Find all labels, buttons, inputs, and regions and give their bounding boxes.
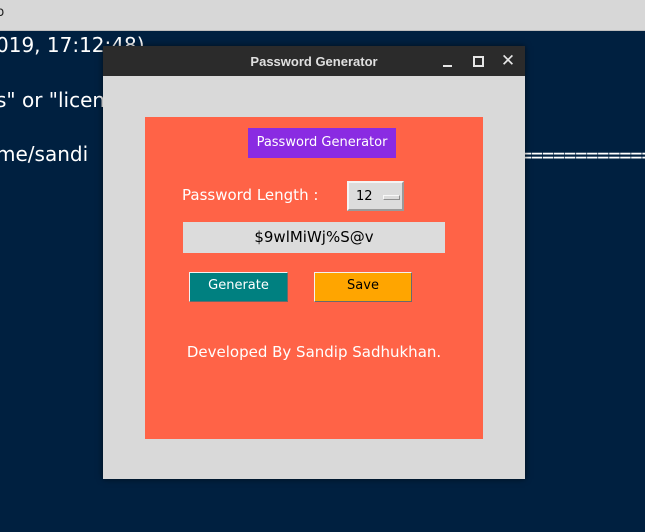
maximize-icon [473,56,484,67]
close-button[interactable]: ✕ [499,52,517,70]
password-length-value: 12 [356,189,373,204]
window-titlebar[interactable]: Password Generator ✕ [103,46,525,76]
terminal-line: me/sandi [0,142,89,166]
minimize-icon [443,65,452,67]
terminal-titlebar: p [0,0,645,31]
terminal-title: p [0,5,5,20]
main-panel: Password Generator Password Length : 12 … [145,117,483,439]
terminal-rule: ============== [520,143,645,167]
option-menu-indicator-icon [383,195,400,200]
password-output-field[interactable]: $9wlMiWj%S@v [183,222,445,253]
password-length-option-menu[interactable]: 12 [347,181,404,211]
generate-button[interactable]: Generate [189,272,288,302]
password-length-label: Password Length : [182,186,319,204]
window-title: Password Generator [250,54,378,69]
developer-credit: Developed By Sandip Sadhukhan. [186,343,442,361]
minimize-button[interactable] [439,52,457,70]
maximize-button[interactable] [469,52,487,70]
terminal-line: s" or "licen [0,88,106,112]
save-button[interactable]: Save [314,272,412,302]
app-heading: Password Generator [248,128,396,158]
close-icon: ✕ [500,51,516,71]
password-generator-window: Password Generator ✕ Password Generator … [103,46,525,479]
